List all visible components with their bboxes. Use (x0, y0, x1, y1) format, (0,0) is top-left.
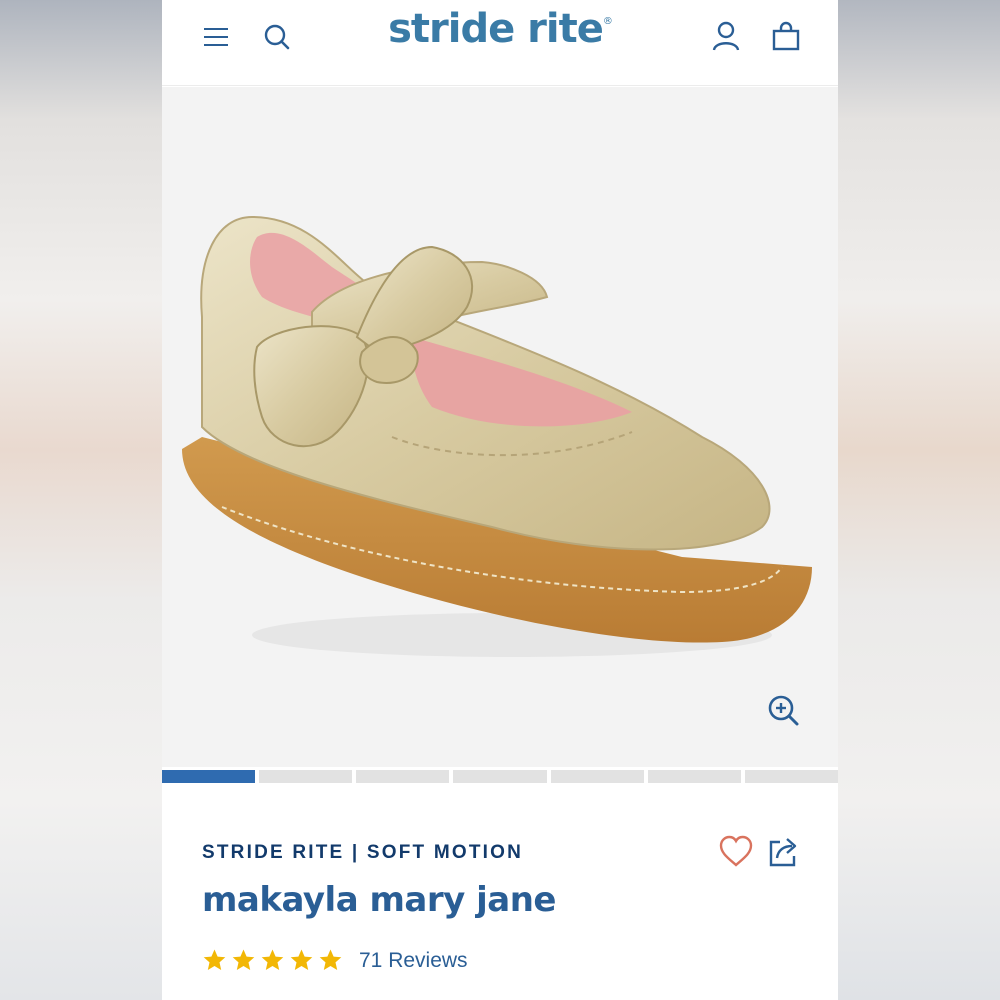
background-blur-left (0, 0, 162, 1000)
logo-text: stride rite (388, 6, 604, 52)
product-brand-line[interactable]: STRIDE RITE | SOFT MOTION (202, 842, 523, 864)
gallery-progress-segment[interactable] (162, 770, 256, 783)
gallery-progress-segment[interactable] (259, 770, 353, 783)
zoom-in-icon[interactable] (766, 693, 802, 729)
product-image-gallery[interactable] (162, 87, 838, 767)
product-rating[interactable]: 71 Reviews (202, 948, 468, 973)
star-icon (203, 949, 226, 970)
background-blur-right (838, 0, 1000, 1000)
star-icon (319, 949, 342, 970)
gallery-progress-segment[interactable] (744, 770, 838, 783)
gallery-progress-indicator[interactable] (162, 770, 838, 783)
gallery-progress-segment[interactable] (453, 770, 547, 783)
shopping-bag-icon[interactable] (766, 16, 806, 56)
mobile-page: stride rite® STRIDE RITE | SOFT MOTION m… (162, 0, 838, 1000)
gallery-progress-segment[interactable] (647, 770, 741, 783)
site-header: stride rite® (162, 0, 838, 86)
star-icon (290, 949, 313, 970)
rating-stars (202, 948, 343, 973)
heart-icon[interactable] (718, 834, 754, 870)
share-icon[interactable] (766, 834, 802, 870)
star-icon (261, 949, 284, 970)
star-icon (232, 949, 255, 970)
product-image (182, 215, 812, 657)
reviews-link[interactable]: 71 Reviews (359, 949, 468, 973)
gallery-progress-segment[interactable] (356, 770, 450, 783)
product-title: makayla mary jane (202, 880, 556, 920)
gallery-progress-segment[interactable] (550, 770, 644, 783)
account-icon[interactable] (706, 16, 746, 56)
registered-mark: ® (602, 16, 613, 27)
